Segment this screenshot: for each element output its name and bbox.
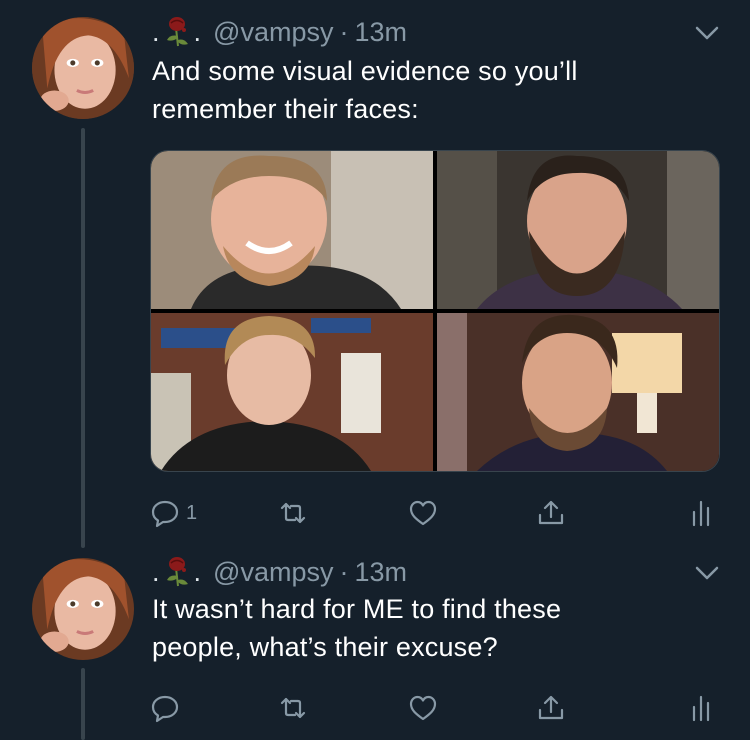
thread-line: [81, 668, 85, 740]
analytics-button[interactable]: [686, 493, 716, 533]
reply-button[interactable]: 1: [150, 493, 197, 533]
tweet-header: . . @vampsy · 13m: [152, 552, 407, 592]
reply-count: 1: [186, 501, 198, 524]
avatar[interactable]: [32, 17, 134, 119]
retweet-button[interactable]: [278, 688, 308, 728]
rose-icon: [166, 557, 188, 587]
avatar-image: [32, 17, 134, 119]
reply-button[interactable]: [150, 688, 180, 728]
media-photo[interactable]: [437, 151, 719, 309]
retweet-icon: [280, 502, 306, 524]
share-button[interactable]: [536, 688, 566, 728]
reply-icon: [151, 695, 179, 723]
reply-icon: [151, 500, 179, 528]
tweet-text: It wasn’t hard for ME to find these peop…: [152, 594, 562, 662]
timestamp[interactable]: 13m: [354, 17, 407, 48]
handle[interactable]: @vampsy: [213, 557, 333, 588]
display-name[interactable]: . .: [152, 556, 201, 588]
thread-line: [81, 128, 85, 548]
chevron-down-icon[interactable]: [694, 564, 720, 582]
retweet-button[interactable]: [278, 493, 308, 533]
like-button[interactable]: [408, 688, 438, 728]
share-button[interactable]: [536, 493, 566, 533]
retweet-icon: [280, 697, 306, 719]
avatar[interactable]: [32, 558, 134, 660]
analytics-icon: [692, 695, 710, 722]
timestamp[interactable]: 13m: [354, 557, 407, 588]
display-name[interactable]: . .: [152, 16, 201, 48]
share-icon: [538, 695, 564, 720]
tweet-actions: [150, 688, 720, 728]
rose-icon: [166, 17, 188, 47]
like-icon: [409, 695, 437, 721]
media-grid[interactable]: [150, 150, 720, 472]
like-button[interactable]: [408, 493, 438, 533]
media-photo[interactable]: [151, 151, 433, 309]
like-icon: [409, 500, 437, 526]
media-photo[interactable]: [437, 313, 719, 471]
avatar-image: [32, 558, 134, 660]
handle[interactable]: @vampsy: [213, 17, 333, 48]
analytics-icon: [692, 500, 710, 527]
analytics-button[interactable]: [686, 688, 716, 728]
tweet-actions: 1: [150, 493, 720, 533]
separator: ·: [339, 556, 349, 587]
share-icon: [538, 500, 564, 525]
tweet-header: . . @vampsy · 13m: [152, 12, 407, 52]
separator: ·: [339, 16, 349, 47]
tweet-text: And some visual evidence so you’ll remem…: [152, 56, 578, 124]
media-photo[interactable]: [151, 313, 433, 471]
chevron-down-icon[interactable]: [694, 24, 720, 42]
